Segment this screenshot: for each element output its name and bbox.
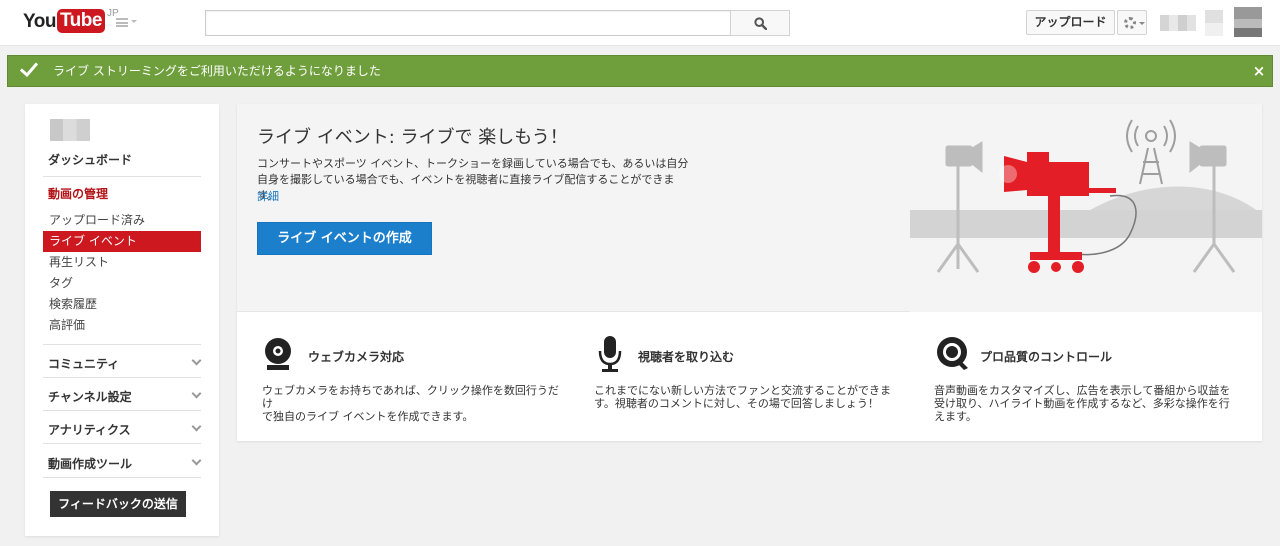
feature-title: プロ品質のコントロール — [980, 350, 1113, 364]
gear-icon — [1124, 17, 1136, 29]
feature-description-line: 受け取り、ハイライト動画を作成するなど、多彩な操作を行 — [934, 397, 1230, 410]
create-live-event-button[interactable]: ライブ イベントの作成 — [257, 222, 432, 255]
close-icon[interactable]: × — [1252, 56, 1266, 86]
feature-description: これまでにない新しい方法でファンと交流することができま す。視聴者のコメントに対… — [594, 384, 891, 410]
feature-webcam: ウェブカメラ対応 ウェブカメラをお持ちであれば、クリック操作を数回行うだけ で独… — [262, 312, 562, 441]
avatar[interactable] — [1234, 7, 1262, 37]
divider — [43, 176, 201, 177]
sidebar-section-label: チャンネル設定 — [48, 390, 132, 404]
hero-description: コンサートやスポーツ イベント、トークショーを録画している場合でも、あるいは自分… — [257, 157, 689, 202]
notification-blurred[interactable] — [1205, 10, 1223, 36]
masthead: You Tube JP アップロード — [0, 0, 1280, 46]
search-icon — [754, 17, 767, 30]
sidebar-item-search-history[interactable]: 検索履歴 — [43, 294, 201, 315]
settings-button[interactable] — [1117, 10, 1147, 35]
feature-description-line: す。視聴者のコメントに対し、その場で回答しましょう！ — [594, 397, 879, 410]
feature-description-line: えます。 — [934, 410, 977, 423]
sidebar-section-channel-settings[interactable]: チャンネル設定 — [48, 388, 202, 405]
channel-avatar-blurred[interactable] — [50, 119, 90, 141]
sidebar-section-analytics[interactable]: アナリティクス — [48, 421, 202, 438]
feature-description-line: 音声動画をカスタマイズし、広告を表示して番組から収益を — [934, 384, 1231, 397]
chevron-down-icon — [191, 455, 202, 466]
divider — [43, 477, 201, 478]
sidebar-item-playlists[interactable]: 再生リスト — [43, 252, 201, 273]
microphone-icon — [598, 336, 622, 372]
divider — [43, 443, 201, 444]
sidebar-item-video-manager[interactable]: 動画の管理 — [48, 185, 108, 202]
sidebar-section-community[interactable]: コミュニティ — [48, 355, 202, 372]
creator-studio-sidebar: ダッシュボード 動画の管理 アップロード済み ライブ イベント 再生リスト タグ… — [25, 104, 219, 536]
sidebar-item-dashboard[interactable]: ダッシュボード — [48, 151, 132, 168]
checkmark-icon — [20, 62, 38, 78]
upload-button[interactable]: アップロード — [1026, 10, 1115, 35]
chevron-down-icon — [191, 388, 202, 399]
feature-description: 音声動画をカスタマイズし、広告を表示して番組から収益を 受け取り、ハイライト動画… — [934, 384, 1230, 423]
sidebar-section-label: コミュニティ — [48, 357, 120, 371]
account-name-blurred[interactable] — [1160, 15, 1196, 31]
send-feedback-button[interactable]: フィードバックの送信 — [50, 491, 186, 517]
youtube-logo[interactable]: You Tube JP — [23, 8, 119, 35]
sidebar-item-tags[interactable]: タグ — [43, 273, 201, 294]
alert-message: ライブ ストリーミングをご利用いただけるようになりました — [53, 64, 381, 78]
webcam-icon — [265, 338, 291, 370]
feature-description-line: で独自のライブ イベントを作成できます。 — [262, 410, 474, 423]
learn-more-link[interactable]: 詳細 — [257, 188, 279, 204]
sidebar-item-live-events[interactable]: ライブ イベント — [43, 231, 201, 252]
chevron-down-icon — [191, 421, 202, 432]
sidebar-section-creator-tools[interactable]: 動画作成ツール — [48, 455, 202, 472]
sidebar-section-label: アナリティクス — [48, 423, 131, 437]
feature-description-line: ウェブカメラをお持ちであれば、クリック操作を数回行うだけ — [262, 384, 559, 410]
page-title: ライブ イベント: ライブで 楽しもう！ — [257, 127, 568, 148]
search-box — [205, 10, 731, 36]
live-events-panel: ライブ イベント: ライブで 楽しもう！ コンサートやスポーツ イベント、トーク… — [237, 104, 1262, 441]
live-camera-illustration — [910, 104, 1262, 312]
chevron-down-icon — [191, 355, 202, 366]
guide-menu-button[interactable] — [116, 14, 140, 32]
logo-text-tube: Tube — [56, 9, 105, 33]
feature-description: ウェブカメラをお持ちであれば、クリック操作を数回行うだけ で独自のライブ イベン… — [262, 384, 562, 423]
divider — [43, 377, 201, 378]
caret-down-icon — [1139, 22, 1145, 25]
caret-down-icon — [131, 20, 137, 23]
feature-pro-controls: プロ品質のコントロール 音声動画をカスタマイズし、広告を表示して番組から収益を … — [934, 312, 1254, 441]
live-events-hero: ライブ イベント: ライブで 楽しもう！ コンサートやスポーツ イベント、トーク… — [237, 104, 1262, 312]
feature-description-line: これまでにない新しい方法でファンと交流することができま — [594, 384, 891, 397]
feature-audience: 視聴者を取り込む これまでにない新しい方法でファンと交流することができま す。視… — [594, 312, 894, 441]
success-alert: ライブ ストリーミングをご利用いただけるようになりました × — [7, 55, 1273, 87]
sidebar-item-uploads[interactable]: アップロード済み — [43, 210, 201, 231]
divider — [43, 410, 201, 411]
divider — [43, 344, 201, 345]
sidebar-item-liked[interactable]: 高評価 — [43, 315, 201, 336]
search-input[interactable] — [206, 11, 731, 35]
feature-title: ウェブカメラ対応 — [308, 350, 405, 364]
logo-text-you: You — [23, 11, 56, 32]
feature-title: 視聴者を取り込む — [638, 350, 735, 364]
quality-control-icon — [937, 337, 968, 370]
hamburger-icon — [116, 18, 128, 27]
sidebar-section-label: 動画作成ツール — [48, 457, 133, 471]
search-button[interactable] — [730, 10, 790, 36]
